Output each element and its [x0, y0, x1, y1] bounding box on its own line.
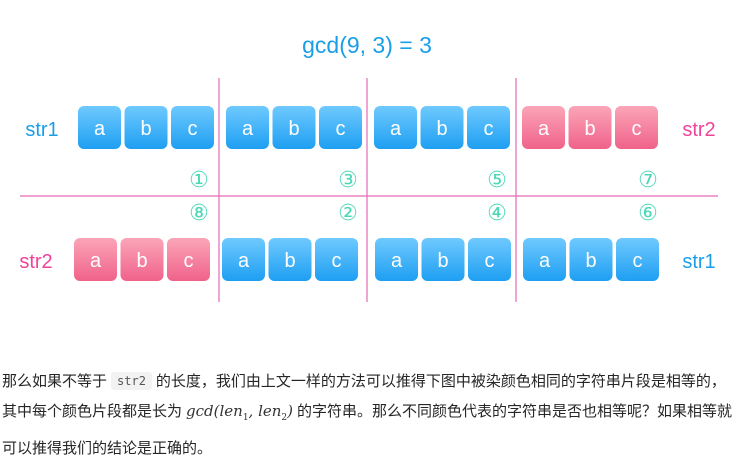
marker-upper-1: ①	[189, 168, 209, 193]
letter-label-a: a	[390, 118, 402, 140]
row-bottom-left-label: str2	[19, 251, 52, 273]
marker-lower-1: ⑧	[189, 201, 209, 226]
letter-label-c: c	[633, 250, 643, 272]
diagram-title: gcd(9, 3) = 3	[302, 32, 432, 58]
marker-upper-2: ③	[338, 168, 358, 193]
block-group-bottom-1: a b c	[74, 238, 210, 281]
letter-label-b: b	[436, 118, 447, 140]
letter-label-a: a	[391, 250, 403, 272]
marker-upper-3: ⑤	[487, 168, 507, 193]
block-group-top-3: a b c	[374, 106, 510, 149]
math-gcd-expression: gcd(len1, len2)	[186, 402, 294, 423]
letter-label-b: b	[284, 250, 295, 272]
inline-code-str2: str2	[111, 372, 152, 390]
block-group-bottom-4: a b c	[523, 238, 659, 281]
marker-lower-2: ②	[338, 201, 358, 226]
letter-label-a: a	[94, 118, 106, 140]
block-group-top-2: a b c	[226, 106, 362, 149]
gcd-diagram: gcd(9, 3) = 3 str1 str2a b c a b c a b c a b cstr2 st…	[19, 32, 718, 302]
row-bottom-right-label: str1	[682, 251, 715, 273]
letter-label-b: b	[584, 118, 595, 140]
letter-label-c: c	[184, 250, 194, 272]
marker-lower-3: ④	[487, 201, 507, 226]
letter-label-c: c	[485, 250, 495, 272]
letter-label-c: c	[336, 118, 346, 140]
letter-label-c: c	[632, 118, 642, 140]
letter-label-b: b	[585, 250, 596, 272]
letter-label-b: b	[140, 118, 151, 140]
block-group-top-1: a b c	[78, 106, 214, 149]
letter-label-b: b	[437, 250, 448, 272]
letter-label-c: c	[332, 250, 342, 272]
row-top-left-label: str1	[25, 119, 58, 141]
letter-label-b: b	[288, 118, 299, 140]
letter-label-a: a	[90, 250, 102, 272]
paragraph-text-1: 那么如果不等于	[2, 372, 108, 390]
letter-label-a: a	[538, 118, 550, 140]
letter-label-a: a	[539, 250, 551, 272]
letter-label-a: a	[238, 250, 250, 272]
block-group-top-4: a b c	[522, 106, 658, 149]
letter-label-c: c	[188, 118, 198, 140]
marker-lower-4: ⑥	[638, 201, 658, 226]
row-top-right-label: str2	[682, 119, 715, 141]
block-group-bottom-2: a b c	[222, 238, 358, 281]
letter-label-a: a	[242, 118, 254, 140]
letter-label-c: c	[484, 118, 494, 140]
marker-upper-4: ⑦	[638, 168, 658, 193]
letter-label-b: b	[136, 250, 147, 272]
row-top: str1 str2 a b c a b c a b c a b c	[25, 106, 716, 149]
explanation-paragraph: 那么如果不等于 str2 的长度，我们由上文一样的方法可以推得下图中被染颜色相同的字…	[2, 366, 737, 463]
block-group-bottom-3: a b c	[375, 238, 511, 281]
